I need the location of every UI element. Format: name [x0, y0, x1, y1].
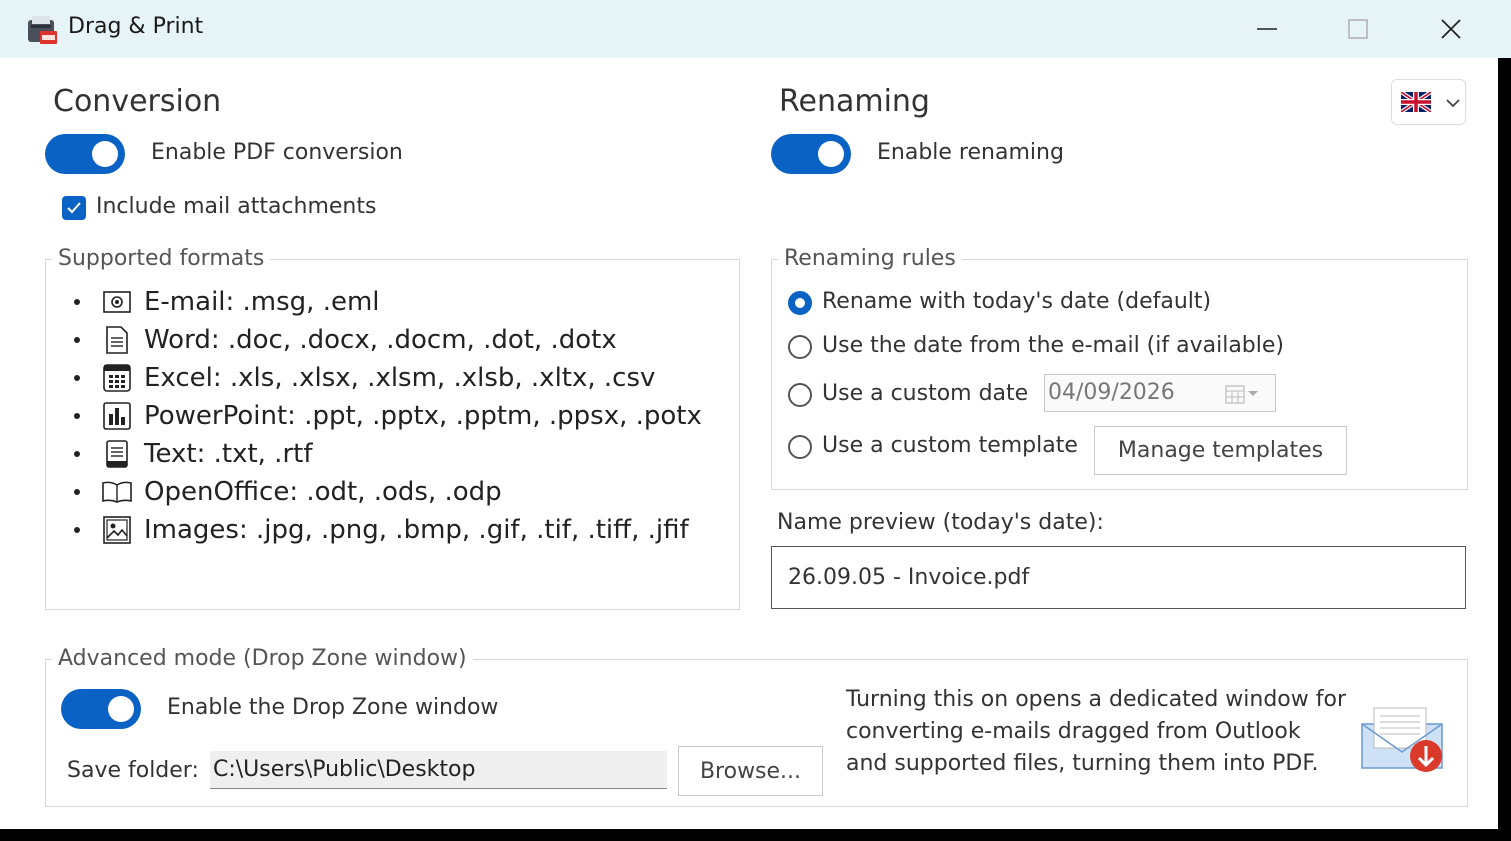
bullet: [74, 375, 80, 381]
browse-button[interactable]: Browse...: [678, 746, 823, 796]
rule-custom-template-radio[interactable]: [788, 435, 812, 459]
enable-pdf-conversion-toggle[interactable]: [45, 134, 125, 174]
supported-formats-group: Supported formats E-mail: .msg, .eml Wor…: [45, 246, 740, 610]
renaming-rules-title: Renaming rules: [778, 246, 962, 271]
close-button[interactable]: [1421, 8, 1481, 50]
enable-renaming-label: Enable renaming: [877, 140, 1064, 165]
format-text: Images: .jpg, .png, .bmp, .gif, .tif, .t…: [144, 515, 689, 545]
toggle-knob: [108, 696, 134, 722]
mail-download-icon: [1360, 706, 1446, 774]
app-window: Drag & Print Conversion Enable PDF conve…: [0, 0, 1511, 829]
format-text: OpenOffice: .odt, .ods, .odp: [144, 477, 502, 507]
list-item: Word: .doc, .docx, .docm, .dot, .dotx: [46, 323, 617, 357]
conversion-heading: Conversion: [53, 84, 222, 119]
save-folder-label: Save folder:: [67, 758, 199, 783]
minimize-icon: [1257, 28, 1277, 30]
name-preview-value: 26.09.05 - Invoice.pdf: [788, 565, 1030, 590]
manage-templates-button[interactable]: Manage templates: [1094, 426, 1347, 475]
close-icon: [1441, 19, 1461, 39]
bullet: [74, 337, 80, 343]
rule-email-date-label: Use the date from the e-mail (if availab…: [822, 333, 1284, 358]
text-file-icon: [102, 439, 132, 469]
calendar-dropdown-icon: [1225, 385, 1258, 404]
window-title: Drag & Print: [68, 14, 204, 39]
bullet: [74, 489, 80, 495]
format-text: PowerPoint: .ppt, .pptx, .pptm, .ppsx, .…: [144, 401, 702, 431]
save-folder-input[interactable]: C:\Users\Public\Desktop: [210, 751, 667, 789]
language-dropdown[interactable]: [1391, 79, 1466, 125]
format-text: Excel: .xls, .xlsx, .xlsm, .xlsb, .xltx,…: [144, 363, 656, 393]
format-text: E-mail: .msg, .eml: [144, 287, 380, 317]
renaming-heading: Renaming: [779, 84, 930, 119]
include-mail-attachments-checkbox[interactable]: [62, 196, 86, 220]
image-icon: [102, 515, 132, 545]
bullet: [74, 451, 80, 457]
enable-drop-zone-toggle[interactable]: [61, 689, 141, 729]
toggle-knob: [818, 141, 844, 167]
list-item: Excel: .xls, .xlsx, .xlsm, .xlsb, .xltx,…: [46, 361, 655, 395]
email-icon: [102, 287, 132, 317]
format-text: Text: .txt, .rtf: [144, 439, 313, 469]
save-folder-value: C:\Users\Public\Desktop: [213, 757, 476, 782]
custom-date-value: 04/09/2026: [1048, 380, 1175, 405]
window-edge: [1498, 58, 1511, 829]
title-bar: Drag & Print: [0, 0, 1511, 58]
rule-custom-date-label: Use a custom date: [822, 381, 1029, 406]
chevron-down-icon: [1446, 99, 1460, 108]
rule-custom-date-radio[interactable]: [788, 383, 812, 407]
uk-flag-icon: [1401, 92, 1431, 112]
rule-todays-date-label: Rename with today's date (default): [822, 289, 1212, 314]
spreadsheet-icon: [102, 363, 132, 393]
bullet: [74, 299, 80, 305]
name-preview-label: Name preview (today's date):: [777, 510, 1104, 535]
toggle-knob: [92, 141, 118, 167]
bullet: [74, 413, 80, 419]
rule-custom-template-label: Use a custom template: [822, 433, 1078, 458]
list-item: Images: .jpg, .png, .bmp, .gif, .tif, .t…: [46, 513, 689, 547]
rule-todays-date-radio[interactable]: [788, 291, 812, 315]
open-book-icon: [102, 477, 132, 507]
enable-pdf-conversion-label: Enable PDF conversion: [151, 140, 403, 165]
list-item: OpenOffice: .odt, .ods, .odp: [46, 475, 502, 509]
list-item: Text: .txt, .rtf: [46, 437, 312, 471]
list-item: E-mail: .msg, .eml: [46, 285, 380, 319]
checkmark-icon: [67, 202, 81, 214]
enable-drop-zone-label: Enable the Drop Zone window: [167, 695, 499, 720]
document-icon: [102, 325, 132, 355]
supported-formats-title: Supported formats: [52, 246, 271, 271]
maximize-button[interactable]: [1328, 8, 1388, 50]
maximize-icon: [1348, 19, 1368, 39]
rule-email-date-radio[interactable]: [788, 335, 812, 359]
list-item: PowerPoint: .ppt, .pptx, .pptm, .ppsx, .…: [46, 399, 702, 433]
enable-renaming-toggle[interactable]: [771, 134, 851, 174]
custom-date-picker[interactable]: 04/09/2026: [1044, 374, 1276, 412]
drop-zone-description: Turning this on opens a dedicated window…: [846, 687, 1347, 776]
advanced-mode-title: Advanced mode (Drop Zone window): [52, 646, 473, 671]
name-preview-field: 26.09.05 - Invoice.pdf: [771, 546, 1466, 609]
minimize-button[interactable]: [1237, 8, 1297, 50]
bullet: [74, 527, 80, 533]
bar-chart-icon: [102, 401, 132, 431]
app-logo-icon: [26, 14, 58, 46]
format-text: Word: .doc, .docx, .docm, .dot, .dotx: [144, 325, 617, 355]
include-mail-attachments-label: Include mail attachments: [96, 194, 377, 219]
